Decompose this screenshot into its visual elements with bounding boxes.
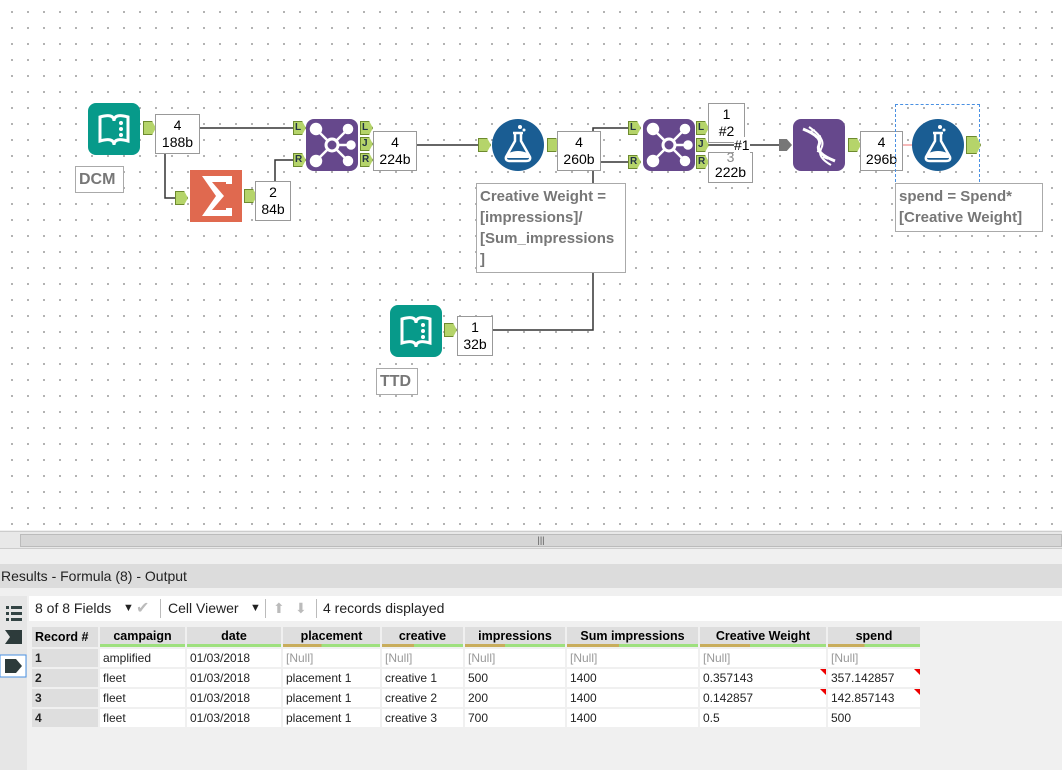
sigma-icon [202,176,232,216]
fields-selector[interactable]: 8 of 8 Fields [35,596,111,621]
join-icon [646,122,693,168]
results-side-toolbar [0,596,27,770]
column-header[interactable]: Creative Weight [700,627,826,647]
book-icon [400,316,432,348]
summarize-tool[interactable] [190,170,242,222]
flask-icon [924,125,952,163]
column-header[interactable]: date [187,627,281,647]
join-tool[interactable] [643,119,695,171]
record-count-badge: 4 224b [373,131,417,171]
formula-tool-selected[interactable] [912,119,964,171]
tool-label: TTD [376,368,418,395]
book-icon [98,114,130,146]
table-cell[interactable]: placement 1 [283,709,380,727]
connection [164,153,175,199]
record-count-badge: 3 222b [708,152,753,183]
column-header[interactable]: campaign [100,627,185,647]
table-cell[interactable]: [Null] [382,649,463,667]
results-table: Record # campaign date placement creative imp… [30,625,922,729]
tool-annotation: spend = Spend* [Creative Weight] [895,183,1043,232]
table-cell[interactable]: 1400 [567,689,698,707]
table-cell[interactable]: 500 [465,669,565,687]
list-icon[interactable] [6,606,22,621]
table-row: 3 fleet 01/03/2018 placement 1 creative 2 200… [32,689,920,707]
tool-label: DCM [75,166,124,193]
table-cell[interactable]: 357.142857 [828,669,920,687]
record-count-badge: 4 260b [557,131,601,171]
arrow-down-icon[interactable]: ⬇ [295,596,307,621]
dna-icon [802,126,836,166]
record-number[interactable]: 1 [32,649,98,667]
table-cell[interactable]: [Null] [828,649,920,667]
table-cell[interactable]: 01/03/2018 [187,689,281,707]
table-cell[interactable]: fleet [100,669,185,687]
flask-icon [504,125,532,163]
results-toolbar: 8 of 8 Fields ▼ ✔ Cell Viewer ▼ ⬆ ⬇ 4 re… [29,596,1062,621]
column-header[interactable]: Record # [32,627,98,647]
table-cell[interactable]: 01/03/2018 [187,669,281,687]
table-cell[interactable]: fleet [100,689,185,707]
table-cell[interactable]: creative 3 [382,709,463,727]
table-row: 4 fleet 01/03/2018 placement 1 creative 3 700… [32,709,920,727]
record-count-badge: 4 188b [155,114,200,154]
column-header[interactable]: spend [828,627,920,647]
column-header[interactable]: placement [283,627,380,647]
record-number[interactable]: 4 [32,709,98,727]
arrow-up-icon[interactable]: ⬆ [273,596,285,621]
join-icon [309,122,356,168]
scrollbar-thumb[interactable]: ||| [20,534,1062,547]
table-cell[interactable]: placement 1 [283,669,380,687]
table-cell[interactable]: 0.5 [700,709,826,727]
table-cell[interactable]: creative 1 [382,669,463,687]
table-cell[interactable]: 200 [465,689,565,707]
connection-label: #1 [734,137,750,153]
table-cell[interactable]: [Null] [567,649,698,667]
table-cell[interactable]: fleet [100,709,185,727]
table-cell[interactable]: 142.857143 [828,689,920,707]
join-tool[interactable] [306,119,358,171]
auto-field-tool[interactable] [793,119,845,171]
horizontal-scrollbar[interactable]: ||| [0,531,1062,549]
table-cell[interactable]: placement 1 [283,689,380,707]
cell-viewer-selector[interactable]: Cell Viewer [168,596,239,621]
column-header[interactable]: creative [382,627,463,647]
table-cell[interactable]: 01/03/2018 [187,649,281,667]
connection [274,159,293,181]
record-number[interactable]: 2 [32,669,98,687]
table-cell[interactable]: 01/03/2018 [187,709,281,727]
tool-annotation: Creative Weight = [impressions]/ [Sum_im… [476,183,626,273]
record-count-badge: 2 84b [255,181,291,221]
table-cell[interactable]: [Null] [700,649,826,667]
input-anchor-icon[interactable] [5,630,22,644]
dcm-input-tool[interactable] [88,103,140,155]
formula-tool[interactable] [492,119,544,171]
table-cell[interactable]: 1400 [567,669,698,687]
table-cell[interactable]: 0.357143 [700,669,826,687]
table-row: 1 amplified 01/03/2018 [Null] [Null] [Null] [N… [32,649,920,667]
checkmark-icon[interactable]: ✔ [136,596,149,621]
dropdown-arrow-icon[interactable]: ▼ [250,596,261,621]
ttd-input-tool[interactable] [390,305,442,357]
results-title: Results - Formula (8) - Output [0,564,1062,588]
table-cell[interactable]: [Null] [283,649,380,667]
column-header[interactable]: Sum impressions [567,627,698,647]
table-cell[interactable]: 1400 [567,709,698,727]
table-cell[interactable]: amplified [100,649,185,667]
table-cell[interactable]: 500 [828,709,920,727]
dropdown-arrow-icon[interactable]: ▼ [123,596,134,621]
column-header[interactable]: impressions [465,627,565,647]
table-cell[interactable]: 0.142857 [700,689,826,707]
records-count: 4 records displayed [323,600,445,616]
table-cell[interactable]: 700 [465,709,565,727]
workflow-canvas[interactable]: 4 188b DCM 2 84b L R L J R 4 224b 4 260b Cre… [0,0,1062,530]
table-cell[interactable]: [Null] [465,649,565,667]
record-count-badge: 1 32b [457,316,493,356]
table-cell[interactable]: creative 2 [382,689,463,707]
table-row: 2 fleet 01/03/2018 placement 1 creative 1 500… [32,669,920,687]
record-number[interactable]: 3 [32,689,98,707]
